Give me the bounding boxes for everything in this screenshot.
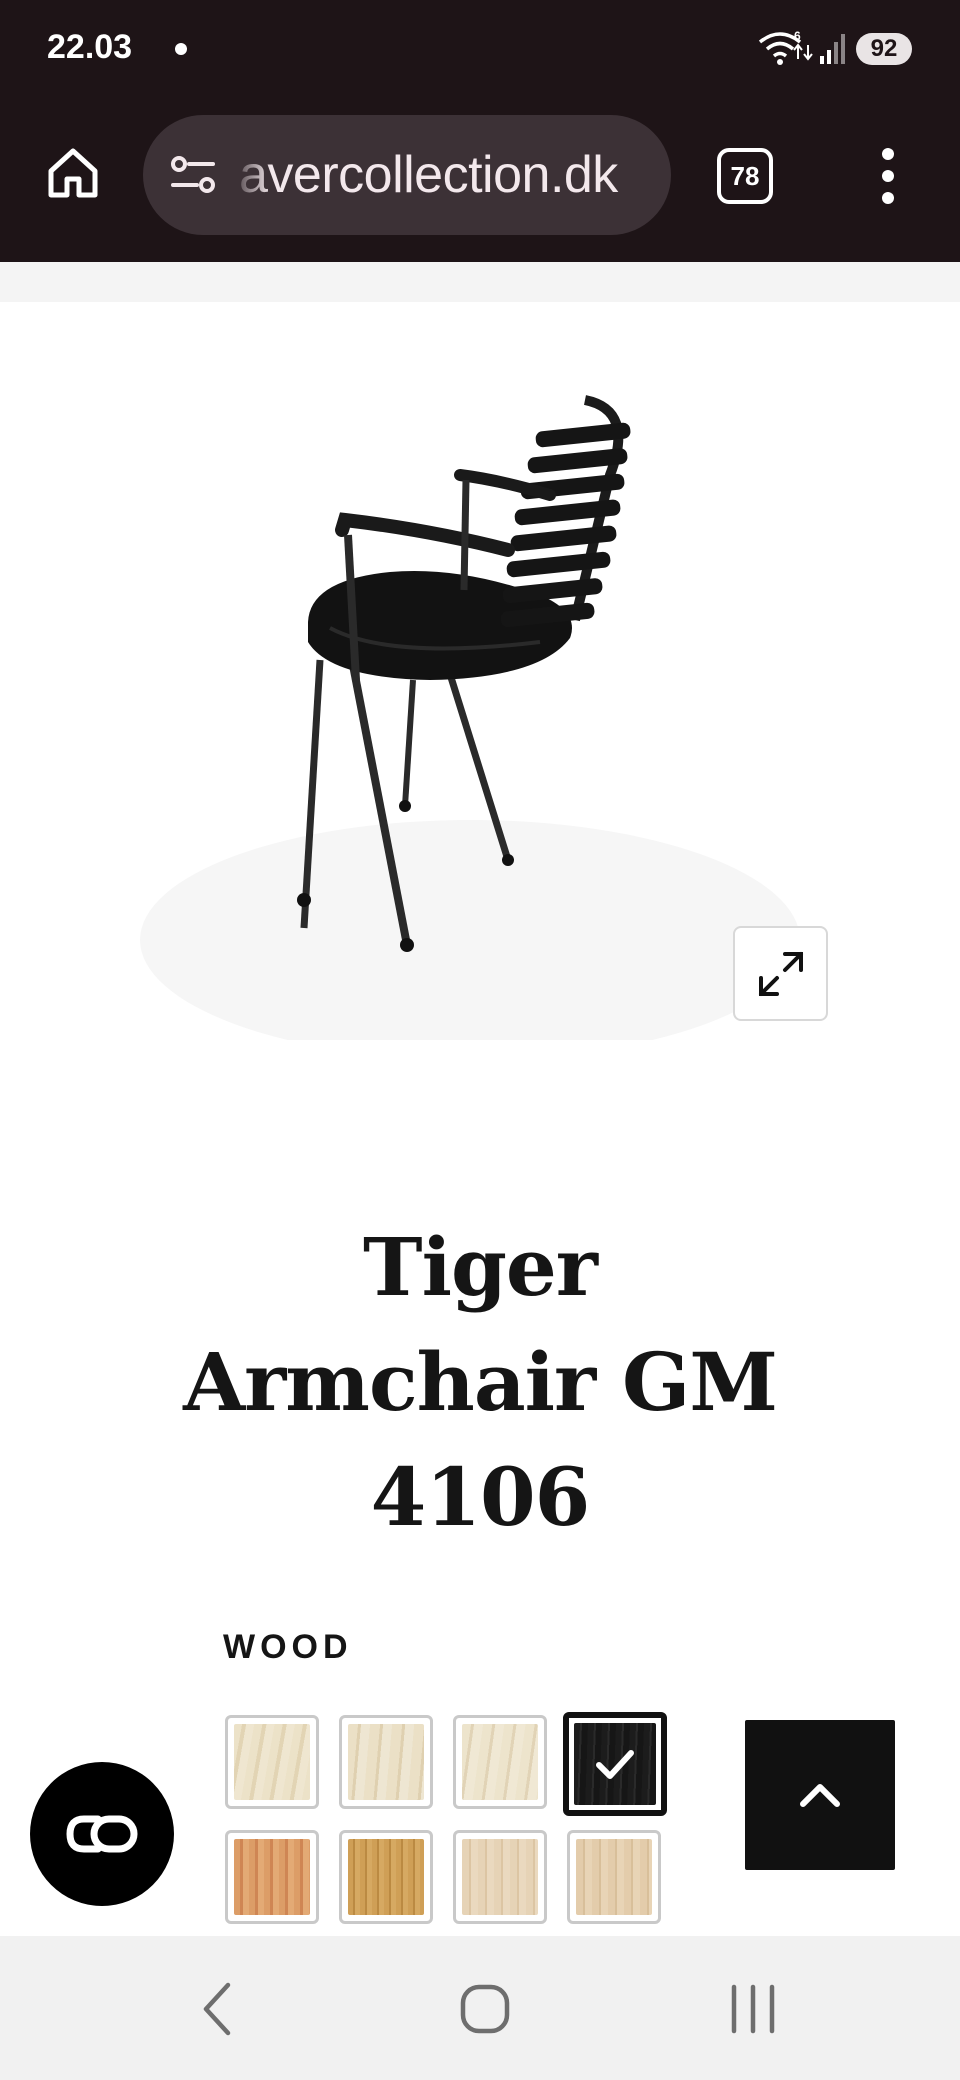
- recent-apps-button[interactable]: [718, 1976, 788, 2042]
- browser-chrome: 22.03 6 92 avercollection.dk 78: [0, 0, 960, 262]
- menu-dot: [882, 170, 894, 182]
- system-home-button[interactable]: [450, 1976, 520, 2042]
- home-button[interactable]: [40, 140, 106, 206]
- swatch-fill: [462, 1839, 538, 1915]
- swatch-fill: [348, 1839, 424, 1915]
- swatch-fill: [234, 1724, 310, 1800]
- title-line-2: Armchair GM: [183, 1335, 778, 1429]
- swatch-fill: [348, 1724, 424, 1800]
- swatch-white-maple-3[interactable]: [453, 1715, 547, 1809]
- address-bar[interactable]: avercollection.dk: [143, 115, 671, 235]
- expand-icon: [758, 951, 803, 996]
- status-time: 22.03: [47, 28, 133, 66]
- swatch-cherry[interactable]: [225, 1830, 319, 1924]
- checkmark-icon: [596, 1750, 634, 1779]
- home-icon: [48, 148, 98, 198]
- swatch-fill: [462, 1724, 538, 1800]
- fullscreen-button[interactable]: [733, 926, 828, 1021]
- scroll-to-top-button[interactable]: [745, 1720, 895, 1870]
- svg-text:6: 6: [794, 29, 801, 43]
- more-options-button[interactable]: [870, 148, 906, 204]
- recent-apps-icon: [731, 1984, 775, 2034]
- title-line-3: 4106: [370, 1450, 591, 1544]
- tab-switcher-button[interactable]: 78: [717, 148, 773, 204]
- url-fade: [231, 115, 271, 235]
- product-image[interactable]: [130, 380, 810, 1040]
- back-button[interactable]: [183, 1976, 253, 2042]
- title-line-1: Tiger: [363, 1220, 598, 1314]
- menu-dot: [882, 192, 894, 204]
- system-navigation-bar: [0, 1936, 960, 2080]
- swatch-beech[interactable]: [567, 1830, 661, 1924]
- swatch-oak[interactable]: [339, 1830, 433, 1924]
- home-square-icon: [460, 1984, 510, 2034]
- chat-button[interactable]: [30, 1762, 174, 1906]
- chevron-up-icon: [800, 1784, 840, 1807]
- swatch-fill: [576, 1839, 652, 1915]
- back-chevron-icon: [203, 1982, 231, 2036]
- url-text: avercollection.dk: [239, 146, 618, 204]
- site-settings-icon: [171, 156, 215, 193]
- page-header-band: [0, 262, 960, 302]
- notification-dot: [175, 43, 187, 55]
- wood-option-label: WOOD: [223, 1628, 353, 1666]
- swatch-white-maple[interactable]: [225, 1715, 319, 1809]
- swatch-white-maple-2[interactable]: [339, 1715, 433, 1809]
- swatch-fill: [234, 1839, 310, 1915]
- swatch-black[interactable]: [563, 1712, 667, 1816]
- swatch-ash[interactable]: [453, 1830, 547, 1924]
- menu-dot: [882, 148, 894, 160]
- chat-link-icon: [66, 1815, 138, 1853]
- product-title: Tiger Armchair GM 4106: [130, 1210, 830, 1555]
- selected-check: [569, 1718, 661, 1810]
- battery-indicator: 92: [856, 33, 912, 65]
